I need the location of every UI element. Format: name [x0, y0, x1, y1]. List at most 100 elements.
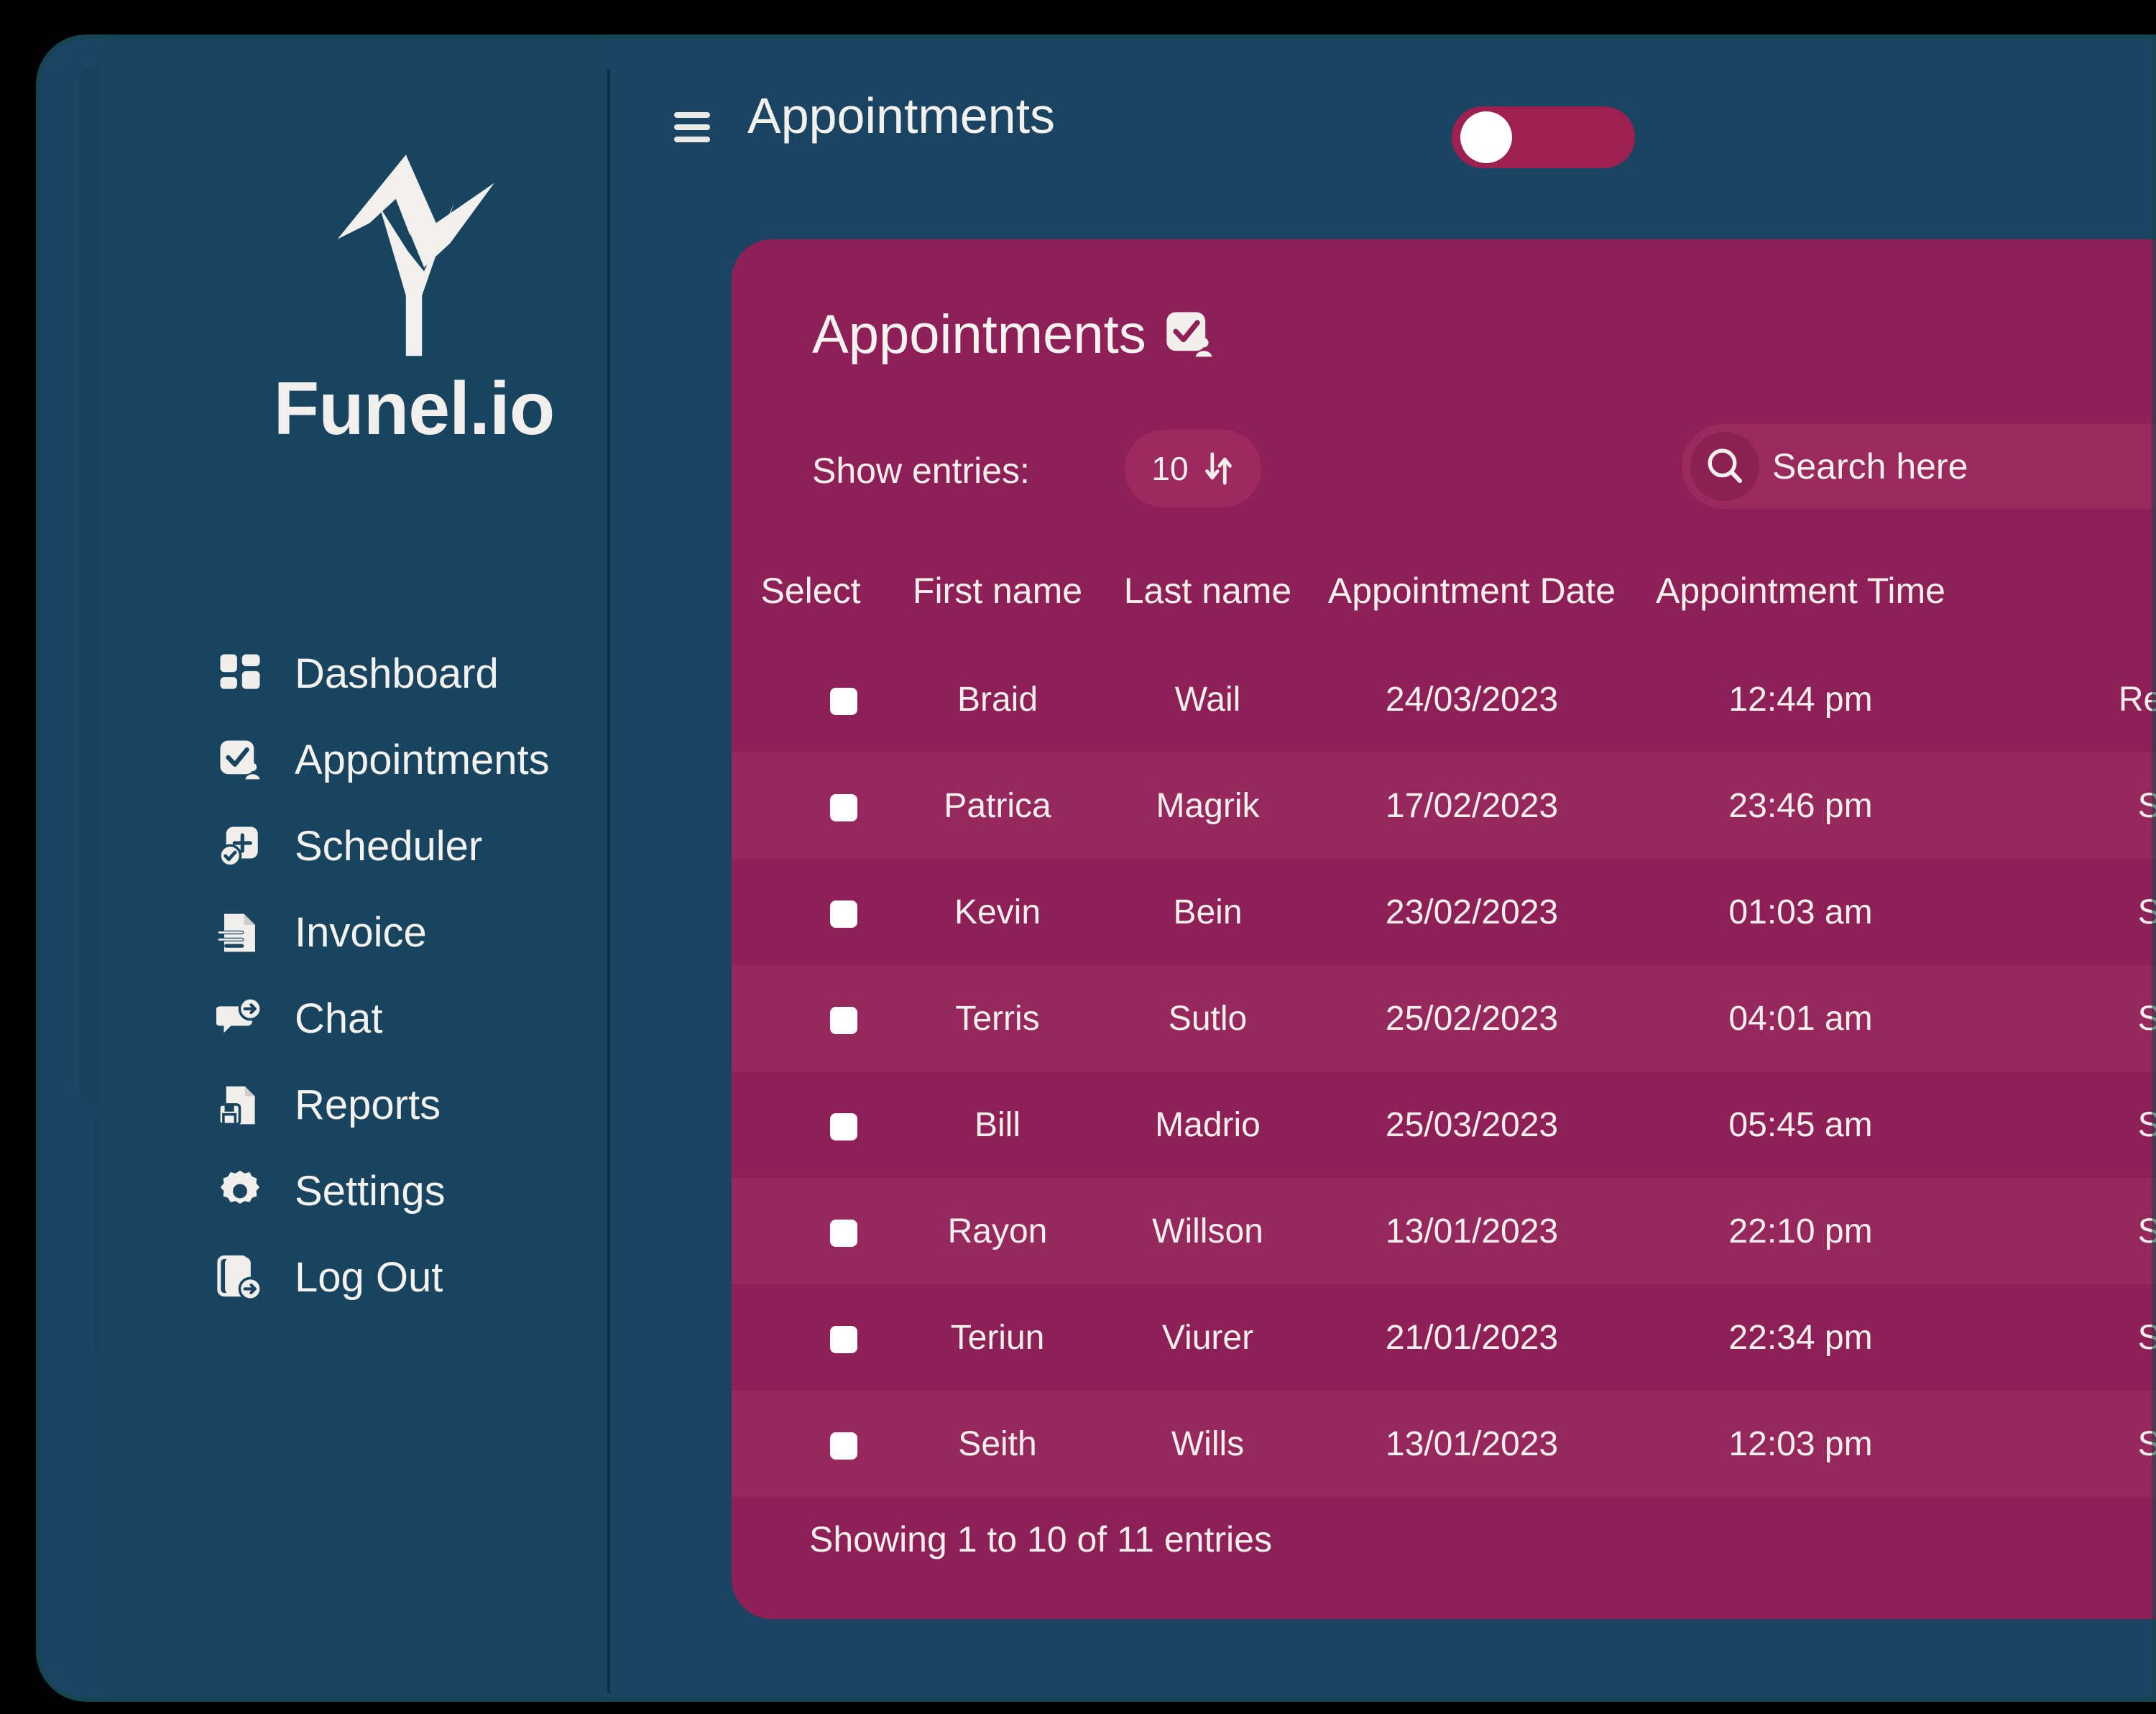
sort-updown-icon: [1204, 452, 1232, 485]
cell-select: [732, 646, 890, 752]
table-row[interactable]: Rayon Willson 13/01/2023 22:10 pm Scheduled: [732, 1178, 2156, 1284]
cell-last-name: Bein: [1173, 893, 1243, 931]
cell-last-name: Willson: [1152, 1212, 1263, 1250]
checkbox-user-icon: [214, 734, 266, 786]
table-row[interactable]: Terris Sutlo 25/02/2023 04:01 am Scheduled: [732, 965, 2156, 1072]
show-entries-label: Show entries:: [812, 451, 1030, 491]
checkbox-user-icon: [1166, 312, 1212, 357]
cell-appointment-time: 12:44 pm: [1728, 680, 1873, 719]
cell-first-name: Seith: [958, 1424, 1037, 1463]
cell-appointment-date: 23/02/2023: [1385, 893, 1559, 931]
cell-first-name: Braid: [957, 680, 1038, 719]
cell-appointment-time: 05:45 am: [1728, 1105, 1873, 1144]
cell-status: Scheduled: [2137, 1424, 2156, 1463]
sidebar-item-scheduler[interactable]: Scheduler: [162, 803, 665, 890]
cell-appointment-date: 21/01/2023: [1385, 1318, 1559, 1357]
brand-name: Funel.io: [273, 367, 556, 451]
cell-status: Scheduled: [2137, 1318, 2156, 1357]
sidebar-item-dashboard[interactable]: Dashboard: [162, 631, 665, 717]
row-checkbox[interactable]: [830, 1432, 857, 1460]
sidebar-item-label: Settings: [295, 1168, 446, 1215]
cell-first-name: Terris: [955, 999, 1040, 1038]
brand-logo[interactable]: Funel.io: [162, 146, 665, 446]
column-header-last-name[interactable]: Last name: [1105, 570, 1310, 646]
cell-last-name: Madrio: [1155, 1105, 1261, 1144]
cell-select: [732, 1178, 890, 1284]
sidebar-item-label: Dashboard: [295, 650, 499, 697]
row-checkbox[interactable]: [830, 1112, 857, 1141]
cell-status: Scheduled: [2137, 999, 2156, 1038]
cell-select: [732, 1072, 890, 1178]
cell-status: Scheduled: [2137, 786, 2156, 825]
cell-select: [732, 1391, 890, 1497]
cell-appointment-time: 22:10 pm: [1728, 1212, 1873, 1250]
column-header-select[interactable]: Select: [732, 570, 890, 646]
app-window: Funel.io Dashboard Appointments Schedule: [36, 34, 2156, 1702]
table-row[interactable]: Seith Wills 13/01/2023 12:03 pm Scheduled: [732, 1391, 2156, 1497]
page-title: Appointments: [747, 88, 1056, 144]
row-checkbox[interactable]: [830, 1006, 857, 1034]
cell-appointment-date: 13/01/2023: [1385, 1212, 1559, 1250]
card-title: Appointments: [812, 304, 1146, 365]
sidebar-item-appointments[interactable]: Appointments: [162, 717, 665, 803]
sidebar-item-label: Scheduler: [295, 823, 483, 870]
table-controls: Show entries: 10: [812, 424, 2156, 509]
cell-status: Scheduled: [2137, 893, 2156, 931]
chat-bubble-icon: [214, 993, 266, 1045]
sidebar-item-label: Log Out: [295, 1254, 443, 1301]
hamburger-menu-icon[interactable]: [674, 112, 710, 142]
sidebar-item-reports[interactable]: Reports: [162, 1062, 665, 1148]
entries-per-page-value: 10: [1151, 450, 1189, 487]
search-box[interactable]: [1682, 424, 2156, 509]
sidebar-item-logout[interactable]: Log Out: [162, 1235, 665, 1321]
sidebar-item-label: Appointments: [295, 737, 550, 783]
report-save-icon: [214, 1079, 266, 1131]
entries-per-page-select[interactable]: 10: [1125, 430, 1261, 507]
table-row[interactable]: Bill Madrio 25/03/2023 05:45 am Scheduled: [732, 1072, 2156, 1178]
sidebar-nav: Dashboard Appointments Scheduler Invoice: [162, 631, 665, 1321]
row-checkbox[interactable]: [830, 687, 857, 715]
table-row[interactable]: Teriun Viurer 21/01/2023 22:34 pm Scheduled: [732, 1284, 2156, 1391]
sidebar-item-label: Chat: [295, 995, 383, 1042]
row-checkbox[interactable]: [830, 1219, 857, 1247]
cell-appointment-time: 12:03 pm: [1728, 1424, 1873, 1463]
logout-icon: [214, 1252, 266, 1304]
theme-toggle[interactable]: [1452, 106, 1635, 168]
cell-appointment-date: 25/02/2023: [1385, 999, 1559, 1038]
search-input[interactable]: [1772, 446, 2156, 487]
cell-appointment-date: 13/01/2023: [1385, 1424, 1559, 1463]
table-row[interactable]: Kevin Bein 23/02/2023 01:03 am Scheduled: [732, 859, 2156, 965]
grid-dashboard-icon: [214, 648, 266, 700]
table-body: Braid Wail 24/03/2023 12:44 pm Rescheduled Pa…: [732, 646, 2156, 1497]
cell-first-name: Patrica: [944, 786, 1051, 825]
cell-last-name: Sutlo: [1168, 999, 1248, 1038]
cell-status: Scheduled: [2137, 1212, 2156, 1250]
cell-select: [732, 1284, 890, 1391]
column-header-status[interactable]: Status: [1968, 570, 2156, 646]
sidebar-item-settings[interactable]: Settings: [162, 1148, 665, 1235]
cell-last-name: Viurer: [1161, 1318, 1254, 1357]
cell-select: [732, 752, 890, 859]
funnel-logo-icon: [337, 155, 494, 356]
cell-first-name: Bill: [974, 1105, 1021, 1144]
sidebar-item-invoice[interactable]: Invoice: [162, 890, 665, 976]
table-header-row: Select First name Last name Appointment …: [732, 570, 2156, 646]
row-checkbox[interactable]: [830, 900, 857, 928]
card-header: Appointments: [812, 308, 1217, 362]
sidebar-item-chat[interactable]: Chat: [162, 976, 665, 1062]
appointments-table-container: Select First name Last name Appointment …: [732, 570, 2156, 1619]
column-header-appointment-date[interactable]: Appointment Date: [1310, 570, 1634, 646]
cell-select: [732, 859, 890, 965]
cell-appointment-time: 01:03 am: [1728, 893, 1873, 931]
column-header-appointment-time[interactable]: Appointment Time: [1634, 570, 1968, 646]
table-row[interactable]: Braid Wail 24/03/2023 12:44 pm Rescheduled: [732, 646, 2156, 752]
column-header-first-name[interactable]: First name: [890, 570, 1105, 646]
appointments-table: Select First name Last name Appointment …: [732, 570, 2156, 1497]
row-checkbox[interactable]: [830, 793, 857, 821]
row-checkbox[interactable]: [830, 1325, 857, 1353]
gear-icon: [214, 1166, 266, 1217]
cell-status: Rescheduled: [2118, 680, 2156, 719]
table-row[interactable]: Patrica Magrik 17/02/2023 23:46 pm Scheduled: [732, 752, 2156, 859]
sidebar-divider: [607, 69, 610, 1693]
table-footer-info: Showing 1 to 10 of 11 entries: [809, 1519, 1272, 1559]
